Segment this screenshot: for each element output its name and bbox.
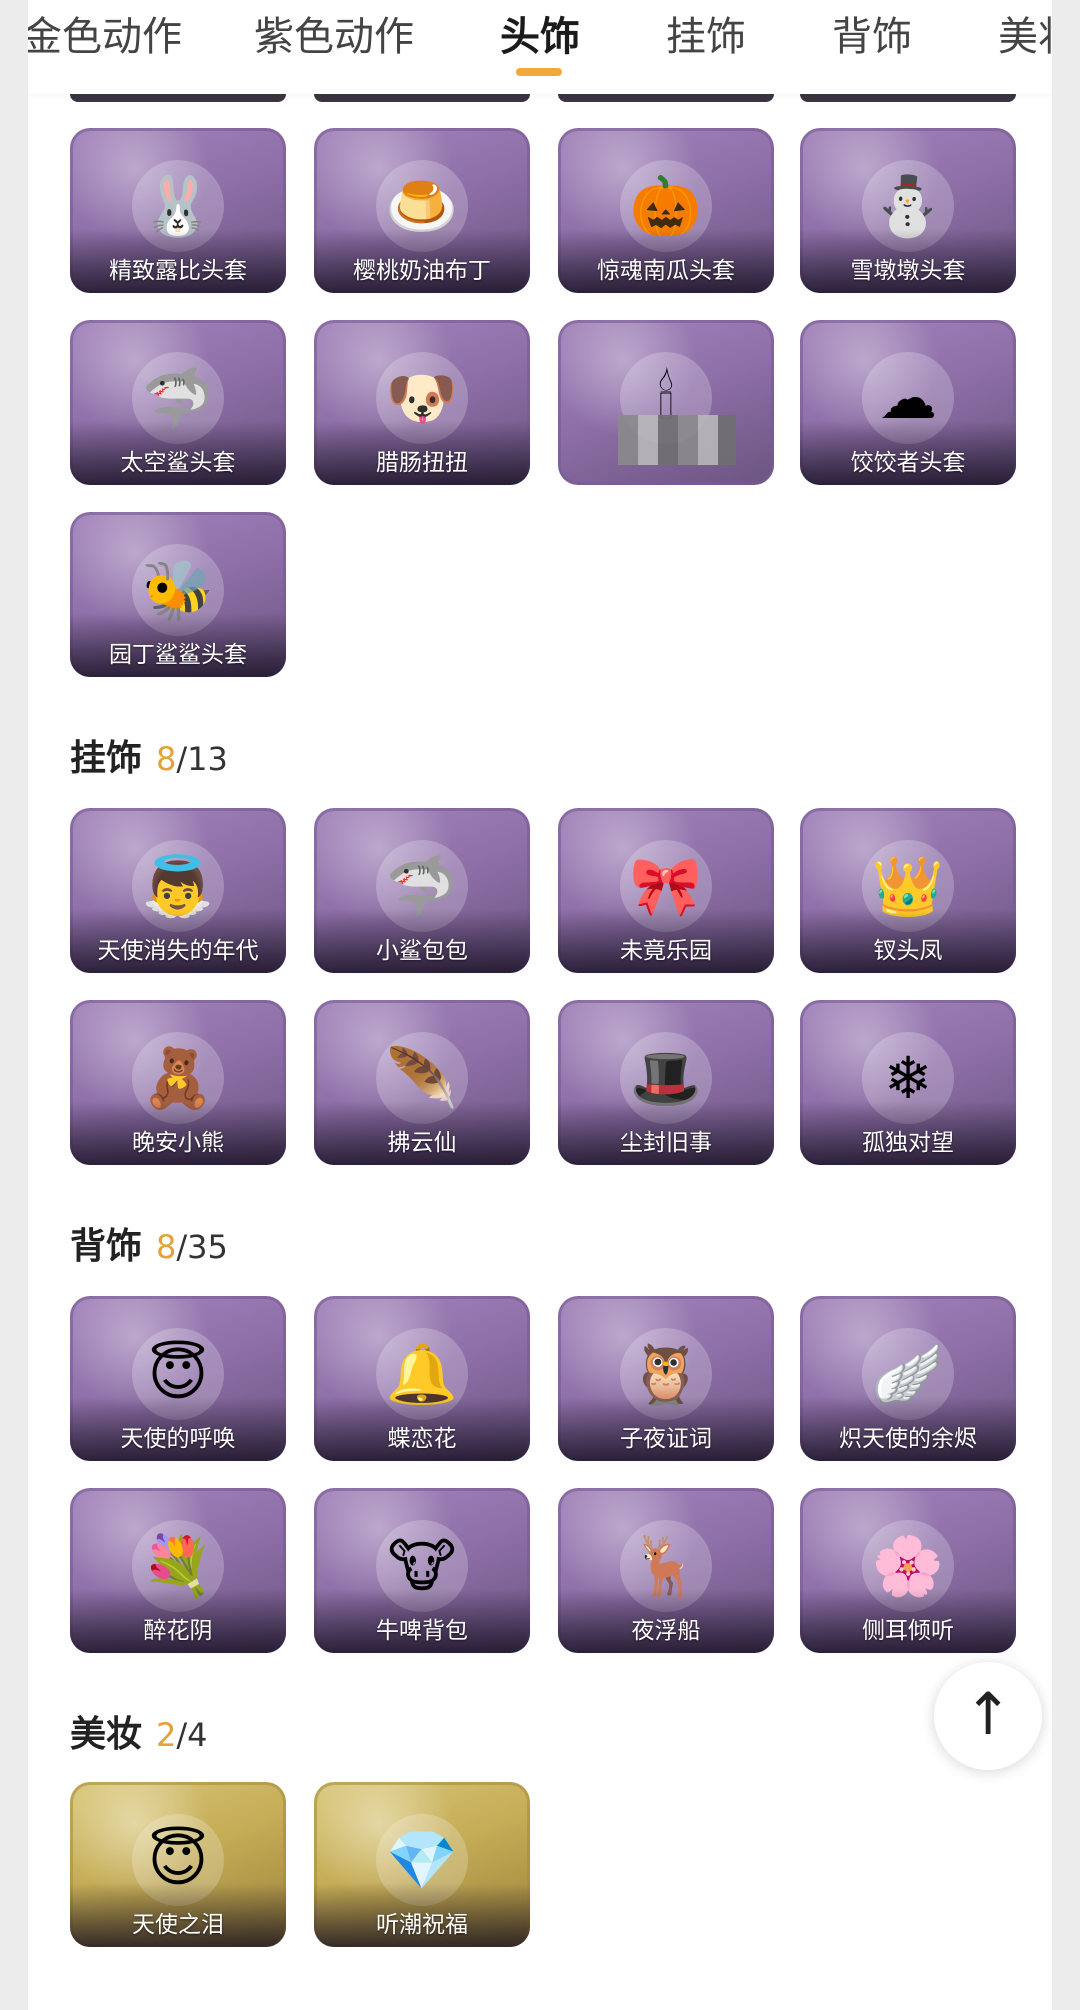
tab-back-items[interactable]: 背饰	[832, 12, 912, 62]
item-tile[interactable]: ❄ 孤独对望	[800, 1000, 1016, 1165]
item-label: 腊肠扭扭	[376, 450, 468, 476]
item-tile[interactable]: 💐 醉花阴	[70, 1488, 286, 1653]
makeup-grid: 😇 天使之泪 💎 听潮祝福	[70, 1782, 1030, 1952]
mosaic-blur	[618, 415, 736, 465]
pendants-grid: 👼 天使消失的年代 🦈 小鲨包包 🎀 未竟乐园 👑 钗头凤 🧸 晚安小熊 🪶 拂…	[70, 808, 1030, 1168]
tab-headwear[interactable]: 头饰	[500, 12, 580, 62]
item-label: 醉花阴	[143, 1618, 213, 1644]
item-label: 惊魂南瓜头套	[597, 258, 735, 284]
scroll-to-top-button[interactable]: ↑	[934, 1662, 1042, 1770]
item-tile[interactable]: 💎 听潮祝福	[314, 1782, 530, 1947]
category-tab-bar: 金色动作 紫色动作 头饰 挂饰 背饰 美妆	[28, 0, 1052, 94]
page: 金色动作 紫色动作 头饰 挂饰 背饰 美妆 🐰 精致露比头套 🍮 樱桃奶油布丁 …	[28, 0, 1052, 2010]
item-label: 园丁鲨鲨头套	[109, 642, 247, 668]
item-label: 天使之泪	[132, 1912, 224, 1938]
item-label: 拂云仙	[387, 1130, 457, 1156]
item-label: 尘封旧事	[620, 1130, 712, 1156]
item-tile[interactable]: 🕯	[558, 320, 774, 485]
item-label: 雪墩墩头套	[850, 258, 966, 284]
partial-tile	[800, 94, 1016, 102]
item-tile[interactable]: 😇 天使之泪	[70, 1782, 286, 1947]
item-tile[interactable]: 🐮 牛啤背包	[314, 1488, 530, 1653]
section-title-back-items: 背饰 8/35	[70, 1226, 228, 1267]
partial-tile	[70, 94, 286, 102]
item-label: 侧耳倾听	[862, 1618, 954, 1644]
item-tile[interactable]: 👼 天使消失的年代	[70, 808, 286, 973]
item-tile[interactable]: ☁ 饺饺者头套	[800, 320, 1016, 485]
partial-tile	[314, 94, 530, 102]
item-tile[interactable]: 🪽 炽天使的余烬	[800, 1296, 1016, 1461]
item-label: 小鲨包包	[376, 938, 468, 964]
item-tile[interactable]: 🎃 惊魂南瓜头套	[558, 128, 774, 293]
item-tile[interactable]: ⛄ 雪墩墩头套	[800, 128, 1016, 293]
partial-tile	[558, 94, 774, 102]
item-label: 未竟乐园	[620, 938, 712, 964]
section-title-pendants: 挂饰 8/13	[70, 738, 228, 779]
item-tile[interactable]: 🎀 未竟乐园	[558, 808, 774, 973]
collection-count: 2/4	[156, 1716, 208, 1754]
item-tile[interactable]: 🦌 夜浮船	[558, 1488, 774, 1653]
tab-gold-actions[interactable]: 金色动作	[28, 12, 182, 62]
item-tile[interactable]: 🧸 晚安小熊	[70, 1000, 286, 1165]
item-tile[interactable]: 🎩 尘封旧事	[558, 1000, 774, 1165]
item-label: 天使消失的年代	[97, 938, 259, 964]
item-label: 太空鲨头套	[120, 450, 236, 476]
item-label: 子夜证词	[620, 1426, 712, 1452]
item-label: 晚安小熊	[132, 1130, 224, 1156]
item-label: 天使的呼唤	[120, 1426, 236, 1452]
item-label: 夜浮船	[631, 1618, 701, 1644]
item-tile[interactable]: 🌸 侧耳倾听	[800, 1488, 1016, 1653]
item-tile[interactable]: 🦉 子夜证词	[558, 1296, 774, 1461]
section-title-makeup: 美妆 2/4	[70, 1714, 208, 1755]
tab-makeup[interactable]: 美妆	[998, 12, 1052, 62]
item-label: 蝶恋花	[387, 1426, 457, 1452]
tab-pendants[interactable]: 挂饰	[666, 12, 746, 62]
item-tile[interactable]: 🐶 腊肠扭扭	[314, 320, 530, 485]
item-tile[interactable]: 🪶 拂云仙	[314, 1000, 530, 1165]
item-tile[interactable]: 🐰 精致露比头套	[70, 128, 286, 293]
item-tile[interactable]: 🦈 太空鲨头套	[70, 320, 286, 485]
item-label: 孤独对望	[862, 1130, 954, 1156]
item-tile[interactable]: 🦈 小鲨包包	[314, 808, 530, 973]
item-label: 牛啤背包	[376, 1618, 468, 1644]
item-label: 炽天使的余烬	[839, 1426, 977, 1452]
arrow-up-icon: ↑	[963, 1680, 1013, 1748]
item-label: 樱桃奶油布丁	[353, 258, 491, 284]
item-label: 钗头凤	[873, 938, 943, 964]
collection-count: 8/35	[156, 1228, 228, 1266]
item-tile[interactable]: 😇 天使的呼唤	[70, 1296, 286, 1461]
collection-count: 8/13	[156, 740, 228, 778]
item-label: 听潮祝福	[376, 1912, 468, 1938]
item-tile[interactable]: 🍮 樱桃奶油布丁	[314, 128, 530, 293]
tab-purple-actions[interactable]: 紫色动作	[254, 12, 414, 62]
item-tile[interactable]: 🔔 蝶恋花	[314, 1296, 530, 1461]
active-tab-indicator	[516, 68, 562, 76]
item-label: 精致露比头套	[109, 258, 247, 284]
item-tile[interactable]: 👑 钗头凤	[800, 808, 1016, 973]
back-items-grid: 😇 天使的呼唤 🔔 蝶恋花 🦉 子夜证词 🪽 炽天使的余烬 💐 醉花阴 🐮 牛啤…	[70, 1296, 1030, 1656]
item-tile[interactable]: 🐝 园丁鲨鲨头套	[70, 512, 286, 677]
item-label: 饺饺者头套	[850, 450, 966, 476]
headwear-grid: 🐰 精致露比头套 🍮 樱桃奶油布丁 🎃 惊魂南瓜头套 ⛄ 雪墩墩头套 🦈 太空鲨…	[70, 128, 1030, 678]
